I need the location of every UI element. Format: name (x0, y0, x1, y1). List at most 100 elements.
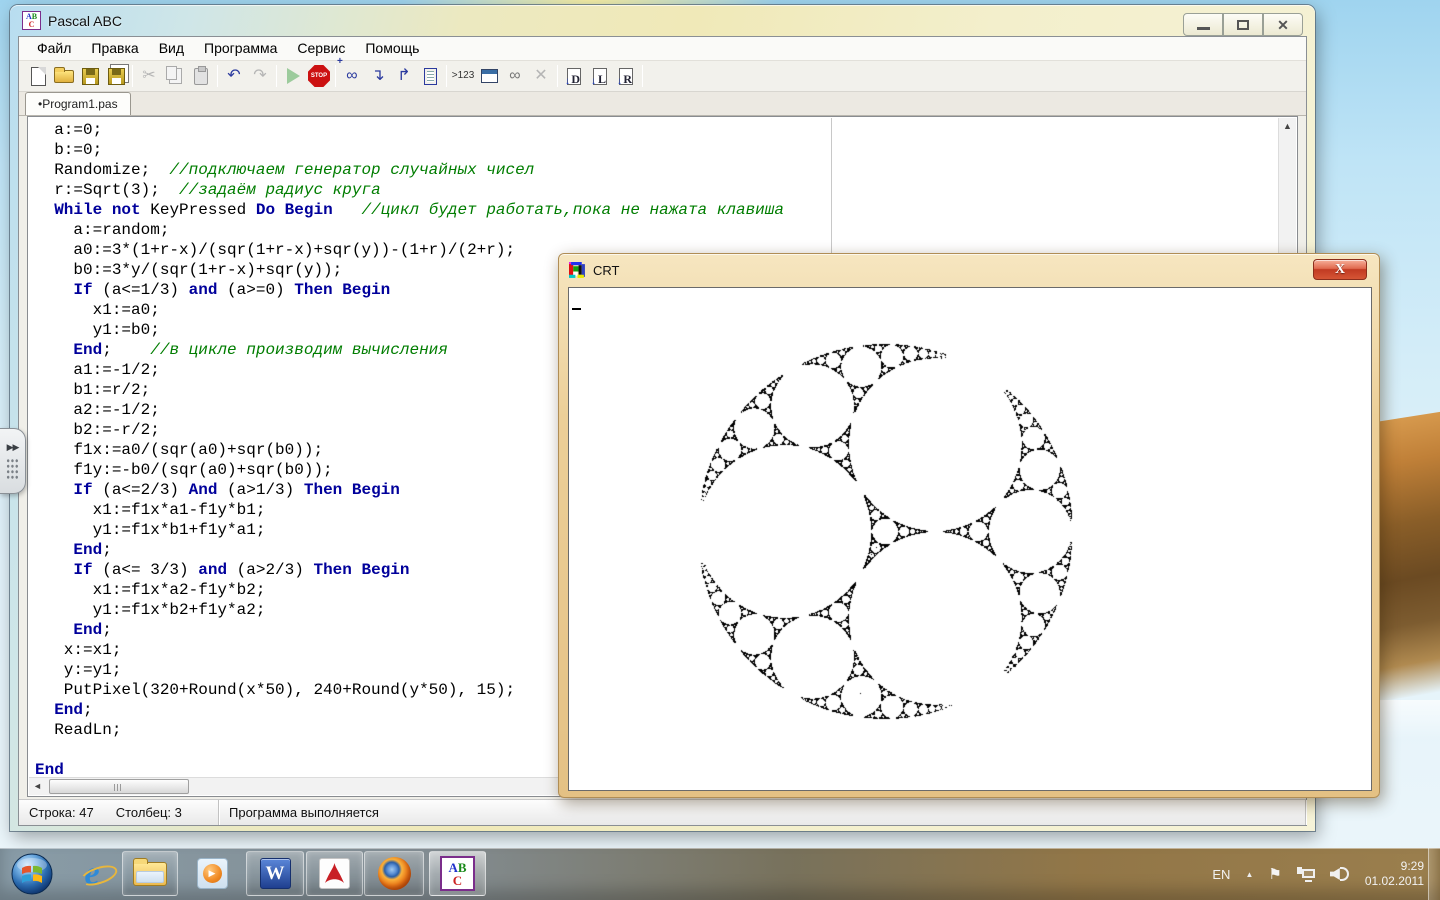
horizontal-scroll-thumb[interactable] (49, 779, 189, 794)
goto-reference-button[interactable]: R↓ (613, 63, 639, 89)
open-file-button[interactable] (51, 63, 77, 89)
trace-list-button[interactable] (417, 63, 443, 89)
show-hidden-icons-button[interactable]: ▲ (1245, 870, 1253, 879)
firefox-icon (378, 857, 411, 890)
code-line: b:=0; (35, 140, 1278, 160)
menu-item-Программа[interactable]: Программа (194, 37, 287, 60)
internet-explorer-icon: e (84, 857, 99, 891)
menu-item-Помощь[interactable]: Помощь (355, 37, 429, 60)
toolbar-separator (642, 65, 643, 87)
crt-titlebar[interactable]: CRT X (559, 254, 1379, 287)
crt-close-button[interactable]: X (1313, 259, 1367, 280)
show-desktop-button[interactable] (1428, 848, 1440, 900)
network-screen-part (1302, 869, 1315, 878)
menu-bar: ФайлПравкаВидПрограммаСервисПомощь (19, 37, 1306, 61)
system-tray: EN ▲ ⚑ 9:29 01.02.2011 (1212, 848, 1424, 900)
close-button[interactable]: ✕ (1263, 13, 1303, 36)
scroll-up-button[interactable]: ▲ (1279, 118, 1296, 135)
word-button[interactable]: W (246, 851, 304, 896)
goto-label-button[interactable]: L↓ (587, 63, 613, 89)
maximize-button[interactable] (1223, 13, 1263, 36)
media-player-button[interactable]: ▶ (180, 851, 244, 896)
windows-orb-icon (10, 852, 54, 896)
goto-definition-icon: D↓ (567, 68, 581, 85)
expand-arrows-icon: ▶▶ (7, 442, 19, 453)
text-cursor (572, 308, 581, 310)
clock-time: 9:29 (1365, 859, 1424, 874)
output-window-button[interactable] (476, 63, 502, 89)
menu-item-Вид[interactable]: Вид (149, 37, 194, 60)
volume-wave-part (1340, 867, 1349, 881)
crt-window: CRT X (558, 253, 1380, 798)
network-icon[interactable] (1297, 867, 1315, 882)
word-icon: W (260, 858, 291, 889)
minimize-button[interactable] (1183, 13, 1223, 36)
copy-button[interactable] (162, 63, 188, 89)
undo-button[interactable]: ↶ (221, 63, 247, 89)
windows-explorer-button[interactable] (122, 851, 178, 896)
status-message: Программа выполняется (229, 805, 379, 820)
adobe-reader-icon (319, 858, 350, 889)
crt-app-icon (569, 262, 586, 279)
new-file-icon (31, 67, 46, 86)
network-stand-part (1305, 880, 1312, 882)
run-button[interactable] (280, 63, 306, 89)
run-icon (287, 68, 300, 84)
menu-item-Сервис[interactable]: Сервис (287, 37, 355, 60)
language-indicator[interactable]: EN (1212, 867, 1230, 882)
folder-icon (133, 862, 167, 886)
code-line: a:=random; (35, 220, 1278, 240)
clock-date: 01.02.2011 (1365, 874, 1424, 889)
code-line: Randomize; //подключаем генератор случай… (35, 160, 1278, 180)
tab-program1[interactable]: •Program1.pas (25, 92, 131, 115)
toolbar-separator (446, 65, 447, 87)
add-watch-button[interactable]: ∞ (339, 63, 365, 89)
step-out-button[interactable]: ↱ (391, 63, 417, 89)
tab-bar: •Program1.pas (19, 92, 1306, 116)
toolbar-separator (335, 65, 336, 87)
step-into-button[interactable]: ↴ (365, 63, 391, 89)
firefox-button[interactable] (364, 851, 424, 896)
menu-item-Файл[interactable]: Файл (27, 37, 81, 60)
save-all-button[interactable] (103, 63, 129, 89)
start-button[interactable] (6, 851, 58, 896)
redo-button[interactable]: ↷ (247, 63, 273, 89)
code-line: While not KeyPressed Do Begin //цикл буд… (35, 200, 1278, 220)
new-file-button[interactable] (25, 63, 51, 89)
pascal-abc-button[interactable]: AB C (429, 851, 486, 896)
media-player-icon: ▶ (197, 858, 228, 889)
window-controls: ✕ (1183, 13, 1303, 36)
stop-icon: STOP (308, 65, 330, 87)
stop-button[interactable]: STOP (306, 63, 332, 89)
paste-button[interactable] (188, 63, 214, 89)
cut-button[interactable]: ✂ (136, 63, 162, 89)
toolbar-separator (557, 65, 558, 87)
close-window-icon: ✕ (534, 68, 547, 84)
close-window-button[interactable]: ✕ (528, 63, 554, 89)
adobe-reader-button[interactable] (306, 851, 363, 896)
collapsed-panel-handle[interactable]: ▶▶ (0, 428, 26, 494)
goto-reference-icon: R↓ (619, 68, 633, 85)
save-file-button[interactable] (77, 63, 103, 89)
crt-output-area (568, 287, 1372, 791)
watch-window-icon: ∞ (509, 68, 520, 84)
clock[interactable]: 9:29 01.02.2011 (1365, 859, 1424, 889)
volume-icon[interactable] (1330, 866, 1350, 882)
cut-icon: ✂ (142, 68, 155, 84)
menu-item-Правка[interactable]: Правка (81, 37, 148, 60)
format-numbers-button[interactable]: >123 (450, 63, 476, 89)
minimize-icon (1197, 27, 1210, 30)
code-line: r:=Sqrt(3); //задаём радиус круга (35, 180, 1278, 200)
goto-definition-button[interactable]: D↓ (561, 63, 587, 89)
status-column: Столбец: 3 (116, 805, 182, 820)
action-center-icon[interactable]: ⚑ (1268, 865, 1281, 883)
status-message-cell: Программа выполняется (219, 800, 1306, 825)
internet-explorer-button[interactable]: e (64, 851, 120, 896)
watch-window-button[interactable]: ∞ (502, 63, 528, 89)
toolbar-separator (276, 65, 277, 87)
scroll-left-button[interactable]: ◄ (29, 778, 46, 795)
toolbar: ✂↶↷STOP∞↴↱>123∞✕D↓L↓R↓ (19, 61, 1306, 92)
pascal-abc-titlebar[interactable]: AB C Pascal ABC ✕ (10, 5, 1315, 36)
trace-list-icon (424, 68, 437, 85)
crt-window-title: CRT (593, 263, 619, 278)
